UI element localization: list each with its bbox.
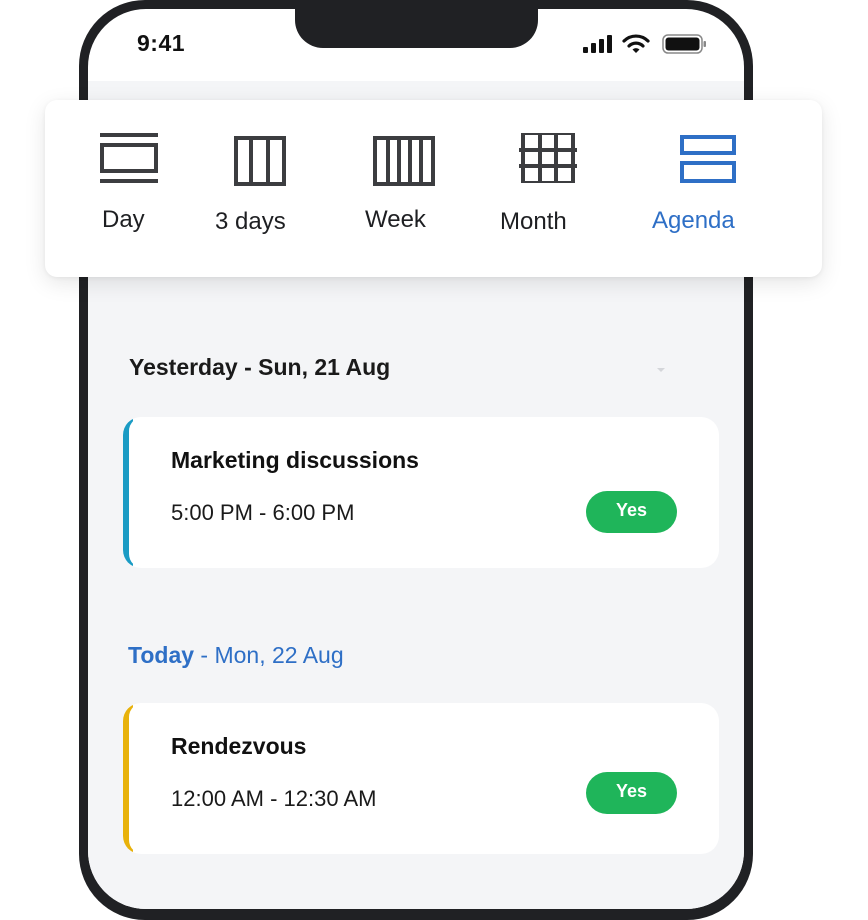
wifi-icon: [622, 34, 650, 53]
phone-notch: [295, 0, 538, 48]
date-header-yesterday: Yesterday - Sun, 21 Aug: [129, 354, 390, 381]
date-relative: Today: [128, 642, 195, 668]
date-value: Mon, 22 Aug: [214, 642, 344, 668]
date-value: Sun, 21 Aug: [258, 354, 391, 380]
month-view-icon: [519, 133, 577, 183]
caret-down-icon: [657, 368, 665, 372]
event-title: Marketing discussions: [171, 447, 419, 473]
view-option-3days[interactable]: 3 days: [210, 100, 320, 277]
day-view-icon: [100, 133, 158, 183]
view-label-agenda: Agenda: [652, 207, 735, 234]
view-option-month[interactable]: Month: [495, 100, 615, 277]
view-option-week[interactable]: Week: [360, 100, 460, 277]
view-label-week: Week: [365, 206, 426, 233]
cellular-signal-icon: [583, 35, 612, 53]
event-time: 5:00 PM - 6:00 PM: [171, 500, 355, 525]
view-label-3days: 3 days: [215, 208, 286, 235]
date-relative: Yesterday: [129, 354, 238, 380]
view-option-agenda[interactable]: Agenda: [645, 100, 765, 277]
rsvp-yes-button[interactable]: Yes: [586, 772, 677, 814]
event-title: Rendezvous: [171, 733, 307, 759]
event-card-rendezvous[interactable]: Rendezvous 12:00 AM - 12:30 AM Yes: [123, 703, 719, 854]
rsvp-yes-button[interactable]: Yes: [586, 491, 677, 533]
status-icons: [582, 33, 708, 55]
event-card-marketing[interactable]: Marketing discussions 5:00 PM - 6:00 PM …: [123, 417, 719, 568]
view-label-day: Day: [102, 206, 145, 233]
three-day-view-icon: [234, 136, 286, 186]
agenda-view-icon: [680, 135, 736, 183]
view-option-day[interactable]: Day: [95, 100, 195, 277]
battery-icon: [662, 34, 706, 54]
week-view-icon: [373, 136, 435, 186]
date-header-today: Today - Mon, 22 Aug: [128, 642, 344, 669]
view-label-month: Month: [500, 208, 567, 235]
status-time: 9:41: [137, 30, 186, 56]
event-time: 12:00 AM - 12:30 AM: [171, 786, 377, 811]
view-switcher-panel: Day 3 days Week Month Agenda: [45, 100, 822, 277]
date-separator: -: [237, 354, 259, 380]
date-separator: -: [194, 642, 215, 668]
